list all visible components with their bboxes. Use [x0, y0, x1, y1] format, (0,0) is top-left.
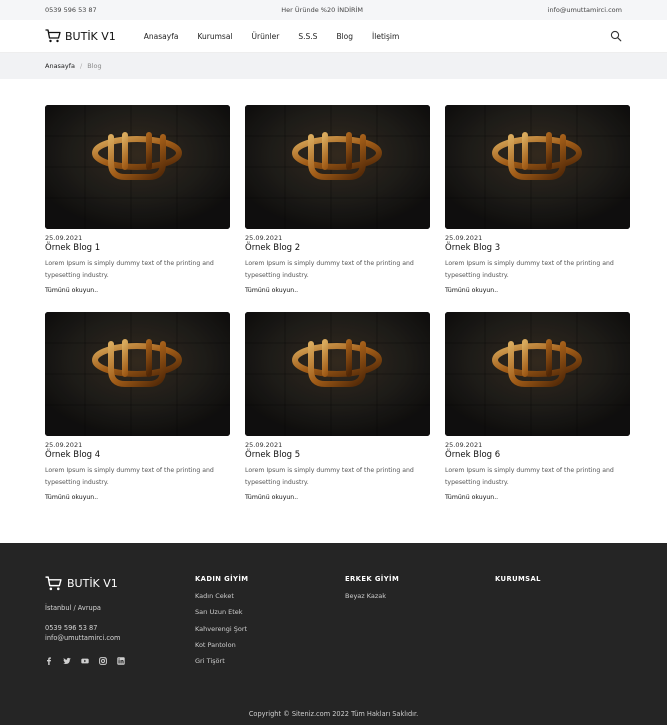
breadcrumb: Anasayfa / Blog: [0, 53, 667, 79]
blog-excerpt: Lorem Ipsum is simply dummy text of the …: [445, 467, 614, 486]
blog-card[interactable]: 25.09.2021 Örnek Blog 2 Lorem Ipsum is sim…: [245, 105, 430, 312]
footer-women-column: KADIN GİYİM Kadın Ceket Sarı Uzun Etek K…: [195, 575, 248, 672]
shopping-cart-icon: [45, 29, 61, 43]
footer-logo[interactable]: BUTİK V1: [45, 576, 125, 591]
blog-date: 25.09.2021: [245, 441, 283, 449]
blog-title[interactable]: Örnek Blog 5: [245, 450, 430, 460]
site-header: BUTİK V1 Anasayfa Kurumsal Ürünler S.S.S…: [0, 20, 667, 53]
site-footer: BUTİK V1 İstanbul / Avrupa 0539 596 53 8…: [0, 543, 667, 725]
footer-link[interactable]: Beyaz Kazak: [345, 591, 399, 607]
blog-title[interactable]: Örnek Blog 1: [45, 243, 230, 253]
brand-name: BUTİK V1: [65, 29, 116, 43]
blog-excerpt: Lorem Ipsum is simply dummy text of the …: [445, 260, 614, 279]
blog-excerpt: Lorem Ipsum is simply dummy text of the …: [45, 260, 214, 279]
blog-thumbnail[interactable]: [245, 105, 430, 229]
read-more-link[interactable]: Tümünü okuyun..: [45, 287, 230, 294]
read-more-link[interactable]: Tümünü okuyun..: [45, 494, 230, 501]
blog-thumbnail[interactable]: [45, 105, 230, 229]
footer-link[interactable]: Gri Tişört: [195, 656, 248, 672]
footer-brand-name: BUTİK V1: [67, 577, 118, 590]
blog-date: 25.09.2021: [45, 234, 83, 242]
blog-date: 25.09.2021: [245, 234, 283, 242]
copyright-text: Copyright © Siteniz.com 2022 Tüm Hakları…: [248, 710, 419, 718]
footer-men-list: Beyaz Kazak: [345, 591, 399, 607]
blog-date: 25.09.2021: [445, 441, 483, 449]
blog-title[interactable]: Örnek Blog 3: [445, 243, 630, 253]
facebook-icon[interactable]: [45, 657, 53, 665]
blog-thumbnail[interactable]: [45, 312, 230, 436]
blog-card[interactable]: 25.09.2021 Örnek Blog 4 Lorem Ipsum is sim…: [45, 312, 230, 519]
blog-grid: 25.09.2021 Örnek Blog 1 Lorem Ipsum is sim…: [45, 105, 630, 519]
main-nav: Anasayfa Kurumsal Ürünler S.S.S Blog İle…: [144, 32, 399, 41]
footer-men-column: ERKEK GİYİM Beyaz Kazak: [345, 575, 399, 607]
read-more-link[interactable]: Tümünü okuyun..: [445, 287, 630, 294]
nav-item-corporate[interactable]: Kurumsal: [197, 32, 232, 41]
nav-item-products[interactable]: Ürünler: [252, 32, 280, 41]
topbar-phone[interactable]: 0539 596 53 87: [45, 6, 97, 14]
nav-item-blog[interactable]: Blog: [336, 32, 353, 41]
topbar-promo: Her Üründe %20 İNDİRİM: [281, 6, 364, 14]
blog-title[interactable]: Örnek Blog 6: [445, 450, 630, 460]
youtube-icon[interactable]: [81, 657, 89, 665]
blog-card[interactable]: 25.09.2021 Örnek Blog 3 Lorem Ipsum is sim…: [445, 105, 630, 312]
breadcrumb-current: Blog: [87, 62, 102, 70]
blog-excerpt: Lorem Ipsum is simply dummy text of the …: [245, 260, 414, 279]
footer-brand-column: BUTİK V1 İstanbul / Avrupa 0539 596 53 8…: [45, 576, 125, 665]
instagram-icon[interactable]: [99, 657, 107, 665]
blog-date: 25.09.2021: [445, 234, 483, 242]
shopping-cart-icon: [45, 576, 62, 591]
social-links: [45, 657, 125, 665]
footer-link[interactable]: Kahverengi Şort: [195, 624, 248, 640]
blog-card[interactable]: 25.09.2021 Örnek Blog 5 Lorem Ipsum is sim…: [245, 312, 430, 519]
blog-excerpt: Lorem Ipsum is simply dummy text of the …: [245, 467, 414, 486]
footer-location: İstanbul / Avrupa: [45, 604, 101, 612]
nav-item-faq[interactable]: S.S.S: [298, 32, 317, 41]
read-more-link[interactable]: Tümünü okuyun..: [245, 287, 430, 294]
blog-card[interactable]: 25.09.2021 Örnek Blog 6 Lorem Ipsum is sim…: [445, 312, 630, 519]
read-more-link[interactable]: Tümünü okuyun..: [245, 494, 430, 501]
blog-thumbnail[interactable]: [445, 312, 630, 436]
blog-thumbnail[interactable]: [245, 312, 430, 436]
footer-men-heading: ERKEK GİYİM: [345, 575, 400, 583]
site-logo[interactable]: BUTİK V1: [45, 29, 116, 43]
blog-excerpt: Lorem Ipsum is simply dummy text of the …: [45, 467, 214, 486]
blog-title[interactable]: Örnek Blog 2: [245, 243, 430, 253]
top-bar: 0539 596 53 87 Her Üründe %20 İNDİRİM in…: [0, 0, 667, 20]
blog-date: 25.09.2021: [45, 441, 83, 449]
nav-item-contact[interactable]: İletişim: [372, 32, 399, 41]
search-icon[interactable]: [610, 30, 622, 42]
footer-link[interactable]: Sarı Uzun Etek: [195, 607, 248, 623]
footer-women-list: Kadın Ceket Sarı Uzun Etek Kahverengi Şo…: [195, 591, 248, 672]
footer-corporate-column: KURUMSAL: [495, 575, 541, 583]
blog-thumbnail[interactable]: [445, 105, 630, 229]
blog-card[interactable]: 25.09.2021 Örnek Blog 1 Lorem Ipsum is sim…: [45, 105, 230, 312]
breadcrumb-home[interactable]: Anasayfa: [45, 62, 75, 70]
linkedin-icon[interactable]: [117, 657, 125, 665]
breadcrumb-separator: /: [80, 62, 83, 70]
footer-corporate-heading: KURUMSAL: [495, 575, 541, 583]
twitter-icon[interactable]: [63, 657, 71, 665]
topbar-email[interactable]: info@umuttamirci.com: [548, 6, 622, 14]
blog-title[interactable]: Örnek Blog 4: [45, 450, 230, 460]
footer-link[interactable]: Kot Pantolon: [195, 640, 248, 656]
footer-phone[interactable]: 0539 596 53 87: [45, 623, 125, 633]
footer-link[interactable]: Kadın Ceket: [195, 591, 248, 607]
nav-item-home[interactable]: Anasayfa: [144, 32, 179, 41]
read-more-link[interactable]: Tümünü okuyun..: [445, 494, 630, 501]
footer-email[interactable]: info@umuttamirci.com: [45, 633, 125, 643]
footer-women-heading: KADIN GİYİM: [195, 575, 249, 583]
